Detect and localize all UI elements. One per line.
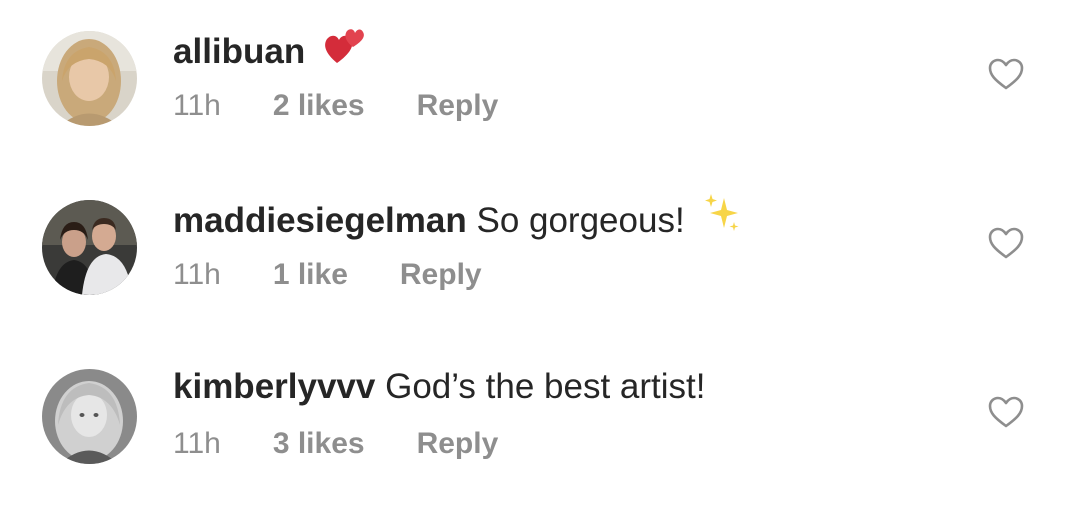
timestamp[interactable]: 11h (173, 258, 221, 291)
avatar[interactable] (42, 200, 137, 295)
comment-item: maddiesiegelman So gorgeous! 11h 1 like Re… (0, 191, 1080, 321)
two-hearts-emoji (323, 23, 367, 76)
heart-outline-icon[interactable] (987, 226, 1025, 260)
likes-count[interactable]: 1 like (273, 258, 348, 291)
comment-item: allibuan 11h 2 likes Reply (0, 22, 1080, 152)
comment-line: maddiesiegelman So gorgeous! (173, 194, 742, 249)
comment-meta: 11h 2 likes Reply (173, 88, 498, 124)
comment-text: God’s the best artist! (385, 367, 706, 406)
reply-button[interactable]: Reply (417, 89, 499, 122)
timestamp[interactable]: 11h (173, 89, 221, 122)
comment-meta: 11h 3 likes Reply (173, 426, 498, 462)
comment-line: kimberlyvvv God’s the best artist! (173, 365, 705, 409)
username[interactable]: maddiesiegelman (173, 201, 467, 240)
username[interactable]: kimberlyvvv (173, 367, 375, 406)
comment-meta: 11h 1 like Reply (173, 257, 482, 293)
likes-count[interactable]: 3 likes (273, 427, 365, 460)
reply-button[interactable]: Reply (400, 258, 482, 291)
timestamp[interactable]: 11h (173, 427, 221, 460)
comment-item: kimberlyvvv God’s the best artist! 11h 3 … (0, 360, 1080, 490)
heart-outline-icon[interactable] (987, 395, 1025, 429)
avatar[interactable] (42, 31, 137, 126)
avatar[interactable] (42, 369, 137, 464)
comment-text: So gorgeous! (476, 200, 685, 240)
heart-outline-icon[interactable] (987, 57, 1025, 91)
reply-button[interactable]: Reply (417, 427, 499, 460)
likes-count[interactable]: 2 likes (273, 89, 365, 122)
comment-line: allibuan (173, 27, 367, 80)
sparkles-emoji (702, 192, 742, 245)
username[interactable]: allibuan (173, 32, 305, 71)
